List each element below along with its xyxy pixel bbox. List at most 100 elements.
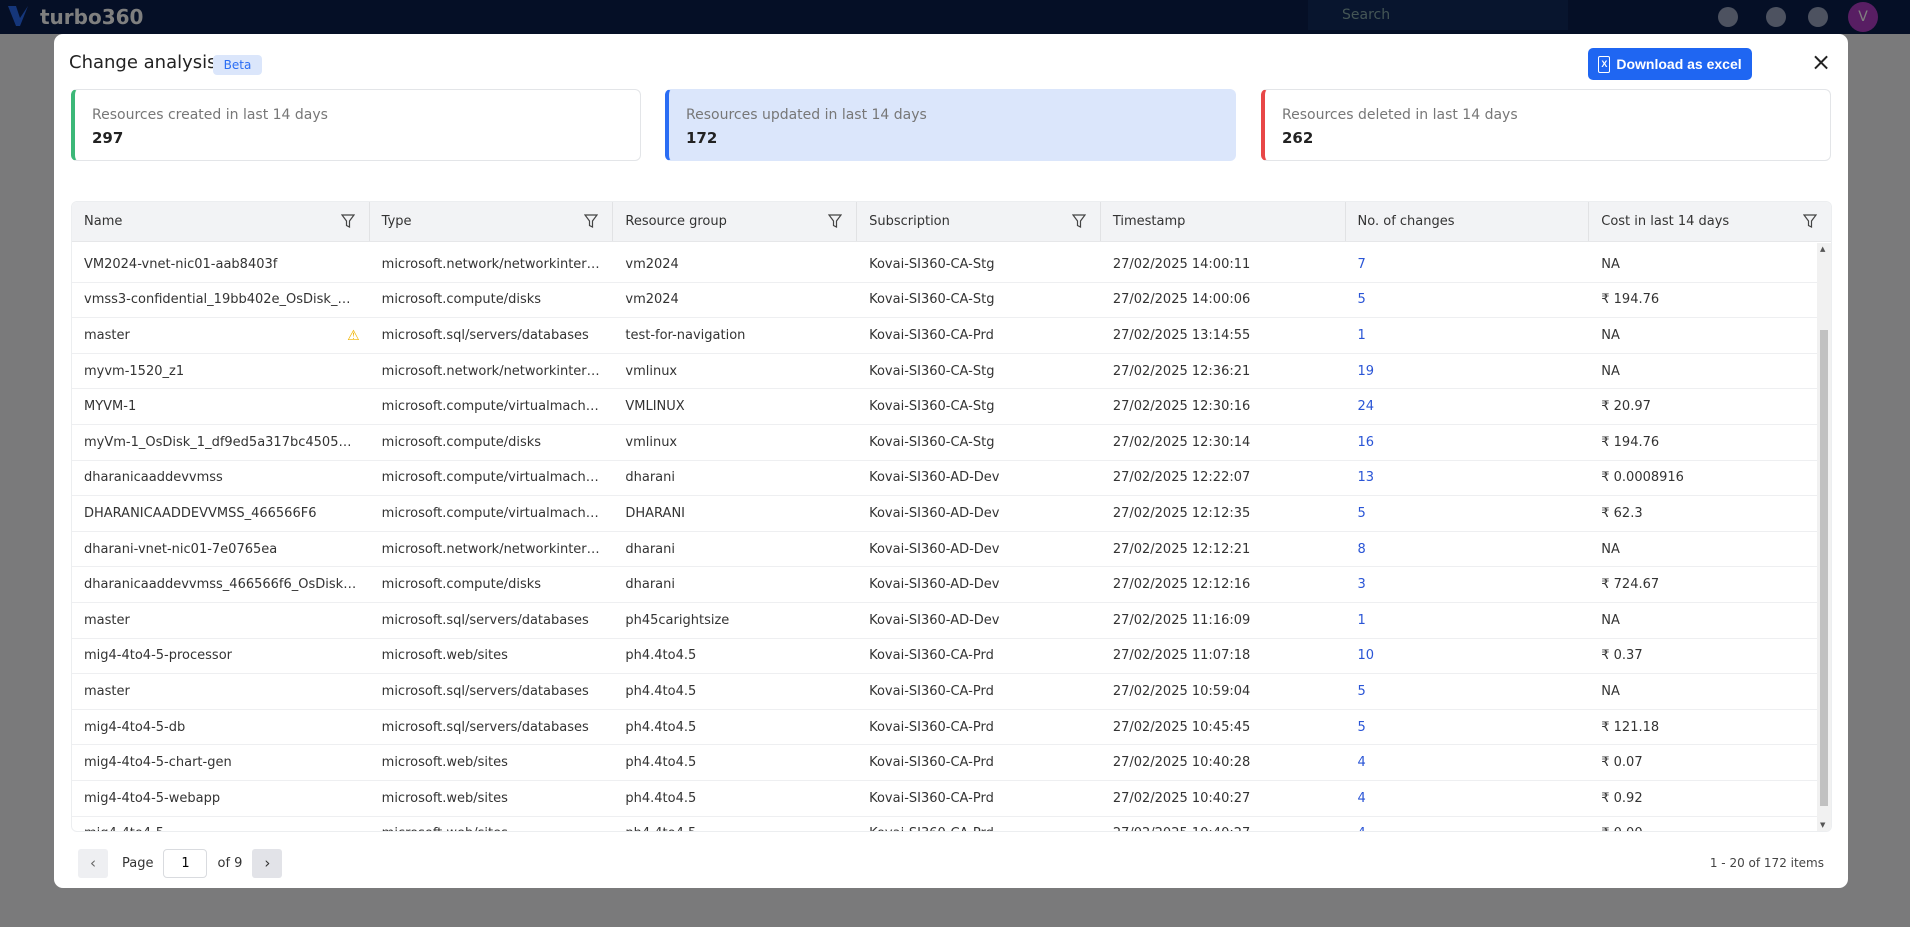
cell-subscription: Kovai-SI360-CA-Prd <box>857 648 1101 663</box>
cell-name: master ⚠ <box>72 328 370 343</box>
change-analysis-modal: Change analysis Beta X Download as excel … <box>54 34 1848 888</box>
scroll-down-icon[interactable]: ▼ <box>1820 821 1825 829</box>
scroll-up-icon[interactable]: ▲ <box>1820 245 1825 253</box>
cell-text: Kovai-SI360-CA-Stg <box>869 399 995 415</box>
table-row[interactable]: myVm-1_OsDisk_1_df9ed5a317bc4505ad... mic… <box>72 425 1817 461</box>
cell-type: microsoft.sql/servers/databases <box>370 720 614 735</box>
cell-changes[interactable]: 4 <box>1346 755 1590 770</box>
table-row[interactable]: mig4-4to4-5-db microsoft.sql/servers/data… <box>72 710 1817 746</box>
cell-changes[interactable]: 5 <box>1346 506 1590 521</box>
column-header-timestamp[interactable]: Timestamp <box>1101 202 1346 241</box>
card-label: Resources deleted in last 14 days <box>1282 107 1518 123</box>
cell-type: microsoft.web/sites <box>370 648 614 663</box>
cell-changes[interactable]: 19 <box>1346 364 1590 379</box>
cell-text: MYVM-1 <box>84 399 137 415</box>
table-scrollbar[interactable]: ▲ ▼ <box>1817 243 1831 831</box>
cell-type: microsoft.network/networkinterfaces <box>370 364 614 379</box>
column-header-subscription[interactable]: Subscription <box>857 202 1101 241</box>
filter-icon[interactable] <box>340 214 355 229</box>
table-row[interactable]: myvm-1520_z1 microsoft.network/networkint… <box>72 354 1817 390</box>
table-row[interactable]: mig4-4to4-5-... microsoft.web/sites ph4.4t… <box>72 817 1817 831</box>
download-excel-button[interactable]: X Download as excel <box>1588 48 1752 80</box>
table-row[interactable]: mig4-4to4-5-chart-gen microsoft.web/sites… <box>72 745 1817 781</box>
cell-text: microsoft.web/sites <box>381 790 508 806</box>
page-number-input[interactable] <box>163 849 208 878</box>
scrollbar-thumb[interactable] <box>1820 330 1828 806</box>
cell-text: mig4-4to4-5-db <box>84 719 186 735</box>
cell-changes[interactable]: 24 <box>1346 399 1590 414</box>
next-page-button[interactable]: › <box>252 849 283 878</box>
column-label: No. of changes <box>1357 214 1455 229</box>
column-header-resource-group[interactable]: Resource group <box>613 202 858 241</box>
cell-type: microsoft.web/sites <box>370 755 614 770</box>
cell-text: 4 <box>1357 755 1366 771</box>
warning-icon[interactable]: ⚠ <box>347 328 360 343</box>
cell-resource-group: ph4.4to4.5 <box>613 720 857 735</box>
changes-table: Name Type Resource group Subscription Timest… <box>71 201 1832 832</box>
cell-text: mig4-4to4-5-chart-gen <box>84 755 232 771</box>
cell-text: Kovai-SI360-CA-Stg <box>869 256 995 272</box>
filter-icon[interactable] <box>1071 214 1086 229</box>
cell-text: ₹ 20.97 <box>1601 399 1651 415</box>
table-row[interactable]: vmss3-confidential_19bb402e_OsDisk_1_...… <box>72 283 1817 319</box>
table-row[interactable]: dharani-vnet-nic01-7e0765ea microsoft.net… <box>72 532 1817 568</box>
cell-text: mig4-4to4-5-webapp <box>84 790 221 806</box>
prev-page-button[interactable]: ‹ <box>78 849 108 878</box>
table-row[interactable]: mig4-4to4-5-webapp microsoft.web/sites ph4… <box>72 781 1817 817</box>
cell-name: MYVM-1 <box>72 399 370 414</box>
cell-text: dharanicaaddevvmss_466566f6_OsDisk_... <box>84 577 363 593</box>
cell-changes[interactable]: 5 <box>1346 720 1590 735</box>
table-row[interactable]: dharanicaaddevvmss_466566f6_OsDisk_... mi… <box>72 567 1817 603</box>
table-row[interactable]: master microsoft.sql/servers/databases ph4… <box>72 674 1817 710</box>
cell-text: master <box>84 327 130 343</box>
cell-text: ph4.4to4.5 <box>625 755 697 771</box>
cell-resource-group: vm2024 <box>613 292 857 307</box>
cell-type: microsoft.compute/disks <box>370 292 614 307</box>
cell-timestamp: 27/02/2025 12:22:07 <box>1101 470 1346 485</box>
card-value: 262 <box>1282 129 1314 147</box>
cell-text: VM2024-vnet-nic01-aab8403f <box>84 256 278 272</box>
cell-text: 16 <box>1357 434 1375 450</box>
table-row[interactable]: master ⚠ microsoft.sql/servers/databases te… <box>72 318 1817 354</box>
cell-changes[interactable]: 10 <box>1346 648 1590 663</box>
cell-changes[interactable]: 8 <box>1346 542 1590 557</box>
cell-text: NA <box>1601 612 1620 628</box>
cell-changes[interactable]: 4 <box>1346 791 1590 806</box>
updated-summary-card[interactable]: Resources updated in last 14 days 172 <box>665 89 1236 161</box>
filter-icon[interactable] <box>1802 214 1817 229</box>
column-header-cost[interactable]: Cost in last 14 days <box>1589 202 1831 241</box>
cell-resource-group: vm2024 <box>613 257 857 272</box>
table-row[interactable]: MYVM-1 microsoft.compute/virtualmachines V… <box>72 389 1817 425</box>
cell-cost: NA <box>1589 328 1817 343</box>
cell-type: microsoft.network/networkinterfaces <box>370 257 614 272</box>
close-icon[interactable]: × <box>1806 47 1836 77</box>
cell-changes[interactable]: 1 <box>1346 328 1590 343</box>
cell-text: ₹ 0.0008916 <box>1601 470 1684 486</box>
table-row[interactable]: master microsoft.sql/servers/databases ph4… <box>72 603 1817 639</box>
cell-cost: NA <box>1589 613 1817 628</box>
cell-timestamp: 27/02/2025 10:40:27 <box>1101 791 1346 806</box>
cell-changes[interactable]: 7 <box>1346 257 1590 272</box>
cell-changes[interactable]: 13 <box>1346 470 1590 485</box>
cell-cost: NA <box>1589 364 1817 379</box>
filter-icon[interactable] <box>828 214 843 229</box>
filter-icon[interactable] <box>584 214 599 229</box>
deleted-summary-card[interactable]: Resources deleted in last 14 days 262 <box>1261 89 1831 161</box>
cell-cost: NA <box>1589 257 1817 272</box>
table-row[interactable]: VM2024-vnet-nic01-aab8403f microsoft.netw… <box>72 247 1817 283</box>
table-row[interactable]: DHARANICAADDEVVMSS_466566F6 microsoft.com… <box>72 496 1817 532</box>
column-header-type[interactable]: Type <box>370 202 614 241</box>
cell-changes[interactable]: 5 <box>1346 684 1590 699</box>
column-header-changes[interactable]: No. of changes <box>1346 202 1590 241</box>
table-row[interactable]: dharanicaaddevvmss microsoft.compute/virt… <box>72 461 1817 497</box>
cell-changes[interactable]: 3 <box>1346 577 1590 592</box>
cell-text: 5 <box>1357 292 1366 308</box>
items-count: 1 - 20 of 172 items <box>1709 856 1824 870</box>
cell-changes[interactable]: 5 <box>1346 292 1590 307</box>
cell-text: ph4.4to4.5 <box>625 648 697 664</box>
table-row[interactable]: mig4-4to4-5-processor microsoft.web/sites… <box>72 639 1817 675</box>
cell-changes[interactable]: 1 <box>1346 613 1590 628</box>
cell-changes[interactable]: 16 <box>1346 435 1590 450</box>
column-header-name[interactable]: Name <box>72 202 370 241</box>
cell-changes[interactable]: 4 <box>1346 826 1590 831</box>
